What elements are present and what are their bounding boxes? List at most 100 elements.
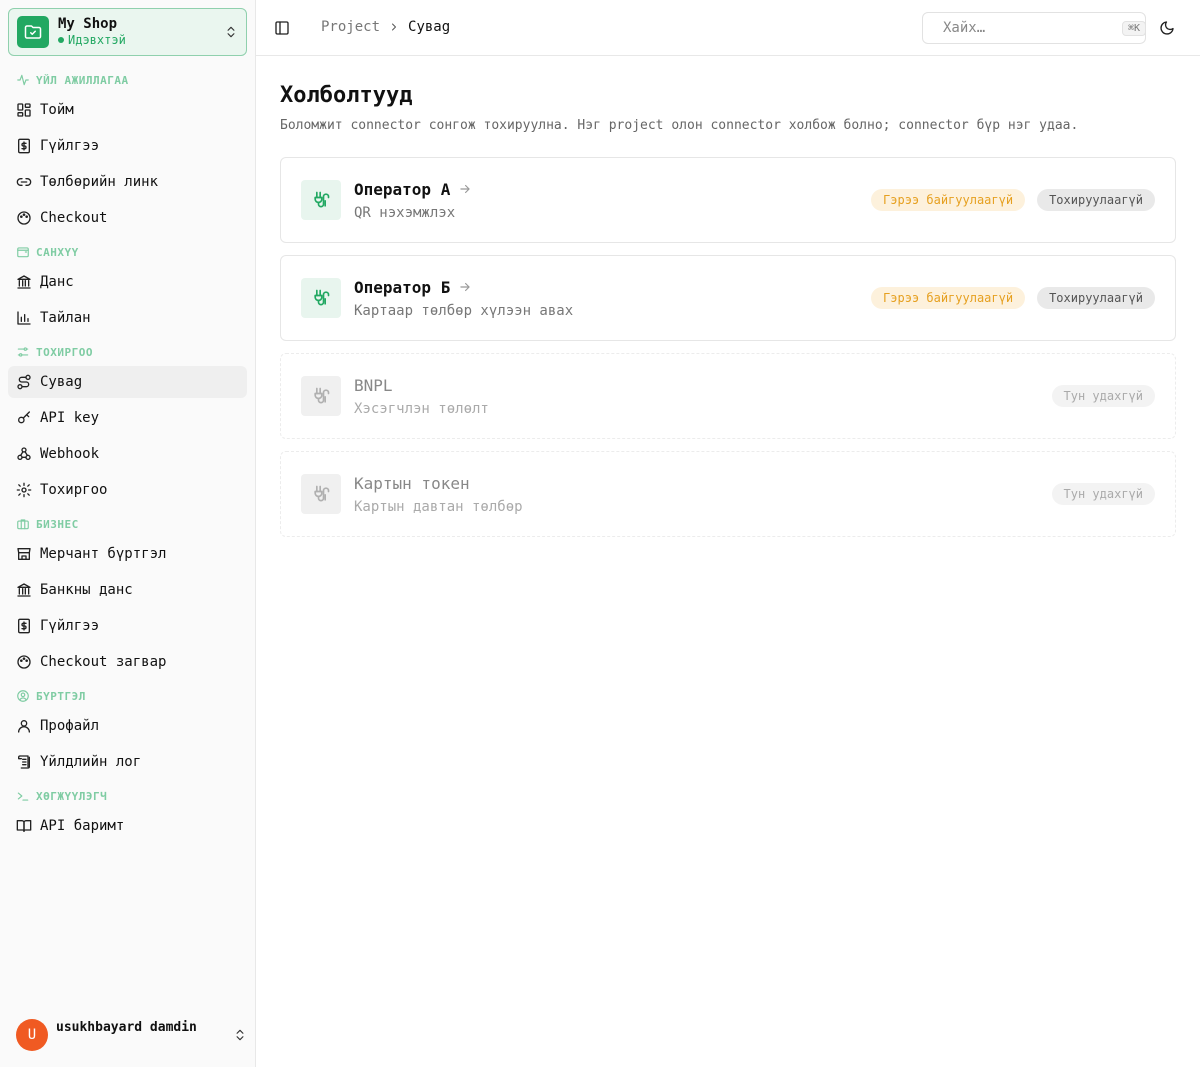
book-icon xyxy=(16,820,32,832)
sidebar-item-label: Гүйлгээ xyxy=(40,138,100,154)
connector-badges: Гэрээ байгуулаагүй Тохируулаагүй xyxy=(871,287,1155,309)
breadcrumb: Project Сувag xyxy=(321,19,450,35)
sidebar-item[interactable]: Гүйлгээ xyxy=(8,610,247,642)
sidebar-item[interactable]: Данс xyxy=(8,266,247,298)
connector-subtitle: Хэсэгчлэн төлөлт xyxy=(354,400,489,417)
status-badge: Гэрээ байгуулаагүй xyxy=(871,189,1026,211)
sidebar-item-label: Checkout загвар xyxy=(40,654,167,670)
sidebar-item-label: Тохиргоо xyxy=(40,482,108,498)
breadcrumb-current: Сувag xyxy=(408,19,451,35)
connector-title: Оператор A xyxy=(354,179,451,199)
sidebar-item-label: API key xyxy=(40,410,100,426)
moon-icon[interactable] xyxy=(1159,20,1175,40)
store-icon xyxy=(17,548,31,560)
link-icon xyxy=(16,178,32,186)
sidebar-nav: ҮЙЛ АЖИЛЛАГАА Тойм Гүйлгээ Төлбөрийн линк Ch… xyxy=(8,66,247,846)
wallet-icon xyxy=(17,247,29,258)
sidebar-item[interactable]: Мерчант бүртгэл xyxy=(8,538,247,570)
topbar: Project Сувag ⌘K xyxy=(256,0,1200,56)
connector-card: BNPL Хэсэгчлэн төлөлт Тун удахгүй xyxy=(280,353,1176,439)
sidebar-section-label: САНХҮҮ xyxy=(36,245,79,259)
store-folder-icon xyxy=(24,25,42,39)
bank-icon xyxy=(17,583,31,597)
search-input[interactable] xyxy=(943,20,1122,36)
sidebar-item[interactable]: Төлбөрийн линк xyxy=(8,166,247,198)
plug-icon xyxy=(314,485,330,502)
sidebar-section-5: ХӨГЖҮҮЛЭГЧ xyxy=(8,782,247,810)
connector-badges: Гэрээ байгуулаагүй Тохируулаагүй xyxy=(871,189,1155,211)
activity-icon xyxy=(17,74,29,86)
search-shortcut: ⌘K xyxy=(1122,20,1147,36)
breadcrumb-project[interactable]: Project xyxy=(321,19,380,35)
user-name: usukhbayard damdin xyxy=(56,1019,197,1035)
sidebar-item[interactable]: Профайл xyxy=(8,710,247,742)
shop-logo xyxy=(17,16,49,48)
status-badge: Гэрээ байгуулаагүй xyxy=(871,287,1026,309)
main-content: Холболтууд Боломжит connector сонгож тох… xyxy=(280,80,1176,549)
page-title: Холболтууд xyxy=(280,83,413,108)
sidebar-section-4: БҮРТГЭЛ xyxy=(8,682,247,710)
briefcase-icon xyxy=(17,519,29,530)
sidebar-section-label: БҮРТГЭЛ xyxy=(36,689,86,703)
search-box[interactable]: ⌘K xyxy=(922,12,1147,44)
shop-switcher[interactable]: My Shop Идэвхтэй xyxy=(8,8,247,56)
connector-title: Оператор Б xyxy=(354,277,451,297)
user-menu[interactable]: U usukhbayard damdin xyxy=(16,1019,247,1051)
sidebar-item[interactable]: Тайлан xyxy=(8,302,247,334)
plug-icon xyxy=(314,191,330,208)
plug-icon xyxy=(314,289,330,306)
sidebar-item-label: Тайлан xyxy=(40,310,91,326)
connector-card[interactable]: Оператор Б Картаар төлбөр хүлээн авах Гэрэ… xyxy=(280,255,1176,341)
key-icon xyxy=(18,411,30,424)
plug-icon xyxy=(314,387,330,404)
sidebar-item[interactable]: API баримт xyxy=(8,810,247,842)
sidebar-item-label: Webhook xyxy=(40,446,100,462)
route-icon xyxy=(17,374,31,390)
arrow-right-icon xyxy=(460,184,470,194)
sidebar-item-label: Данс xyxy=(40,274,74,290)
connector-badges: Тун удахгүй xyxy=(1051,483,1155,505)
sidebar-item[interactable]: Сувag xyxy=(8,366,247,398)
connector-icon-box xyxy=(301,474,341,514)
sidebar-item[interactable]: Checkout xyxy=(8,202,247,234)
terminal-icon xyxy=(17,792,29,801)
shop-name: My Shop xyxy=(58,16,118,33)
sidebar-section-label: ҮЙЛ АЖИЛЛАГАА xyxy=(36,73,129,87)
sidebar-item-label: Профайл xyxy=(40,718,100,734)
connector-card[interactable]: Оператор A QR нэхэмжлэх Гэрээ байгуулаагүй… xyxy=(280,157,1176,243)
sidebar-section-1: САНХҮҮ xyxy=(8,238,247,266)
avatar: U xyxy=(16,1019,48,1051)
sidebar-item[interactable]: Тойм xyxy=(8,94,247,126)
dashboard-icon xyxy=(17,103,31,117)
dollar-receipt-icon xyxy=(18,618,30,634)
dollar-receipt-icon xyxy=(18,138,30,154)
sidebar-item[interactable]: API key xyxy=(8,402,247,434)
sidebar-section-2: ТОХИРГОО xyxy=(8,338,247,366)
chevron-up-down-icon xyxy=(233,1028,247,1042)
connector-title: BNPL xyxy=(354,375,393,395)
gear-icon xyxy=(16,482,32,498)
connector-icon-box xyxy=(301,180,341,220)
sidebar-item-label: Үйлдлийн лог xyxy=(40,754,142,770)
sidebar-item[interactable]: Тохиргоо xyxy=(8,474,247,506)
sidebar-section-label: ТОХИРГОО xyxy=(36,345,93,359)
connector-subtitle: QR нэхэмжлэх xyxy=(354,204,456,221)
sidebar-item[interactable]: Гүйлгээ xyxy=(8,130,247,162)
user-icon xyxy=(18,720,30,733)
webhook-icon xyxy=(17,447,31,460)
palette-icon xyxy=(17,655,31,669)
chart-icon xyxy=(17,311,31,325)
sidebar-item[interactable]: Checkout загвар xyxy=(8,646,247,678)
sidebar-item[interactable]: Банкны данс xyxy=(8,574,247,606)
sidebar-item[interactable]: Үйлдлийн лог xyxy=(8,746,247,778)
connector-icon-box xyxy=(301,278,341,318)
sidebar-section-3: БИЗНЕС xyxy=(8,510,247,538)
sidebar-item-label: Сувag xyxy=(40,374,83,390)
connector-subtitle: Картаар төлбөр хүлээн авах xyxy=(354,302,574,319)
sidebar-item[interactable]: Webhook xyxy=(8,438,247,470)
status-badge: Тохируулаагүй xyxy=(1037,287,1155,309)
sidebar-toggle-icon[interactable] xyxy=(274,20,290,40)
sidebar-item-label: Мерчант бүртгэл xyxy=(40,546,167,562)
arrow-right-icon xyxy=(460,282,470,292)
status-dot xyxy=(58,37,64,44)
